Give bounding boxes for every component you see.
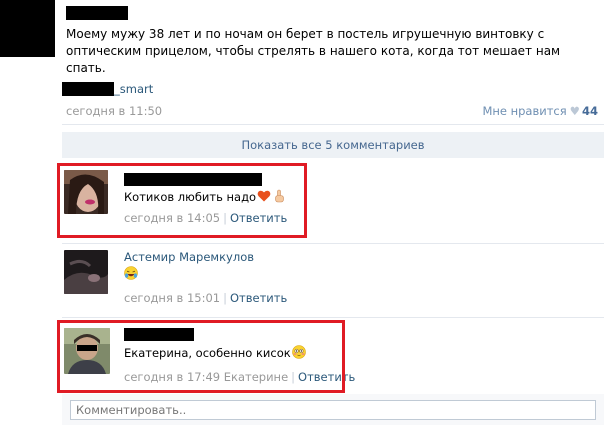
comment-text-row (124, 266, 138, 282)
reply-button[interactable]: Ответить (230, 291, 287, 305)
heart-icon: ♥ (569, 104, 580, 118)
show-all-comments-button[interactable]: Показать все 5 комментариев (62, 132, 604, 158)
comment-divider (62, 243, 604, 244)
comment-input[interactable]: Комментировать.. (70, 400, 596, 420)
post-timestamp[interactable]: сегодня в 11:50 (66, 104, 162, 118)
highlight-frame (57, 163, 307, 238)
post-divider (62, 124, 604, 125)
post-author-name-redacted[interactable] (66, 6, 128, 20)
post-text: Моему мужу 38 лет и по ночам он берет в … (66, 27, 561, 75)
comment-item: Астемир Маремкулов сегодня в 15:01 | Ответ… (64, 250, 364, 310)
repost-source-link[interactable]: _smart (114, 82, 153, 96)
laughing-emoji (124, 266, 138, 280)
commenter-avatar[interactable] (64, 250, 108, 294)
like-button[interactable]: Мне нравится ♥ 44 (482, 104, 598, 118)
comment-divider (62, 317, 604, 318)
commenter-name[interactable]: Астемир Маремкулов (124, 250, 254, 264)
comment-timestamp[interactable]: сегодня в 15:01 (124, 291, 220, 305)
meta-separator: | (223, 291, 227, 305)
repost-source-name-redacted[interactable] (62, 82, 114, 96)
post-author-avatar-redacted[interactable] (0, 0, 55, 57)
like-count: 44 (581, 104, 598, 118)
like-label: Мне нравится (482, 104, 567, 118)
highlight-frame (57, 320, 345, 393)
comment-meta: сегодня в 15:01 | Ответить (124, 291, 287, 305)
